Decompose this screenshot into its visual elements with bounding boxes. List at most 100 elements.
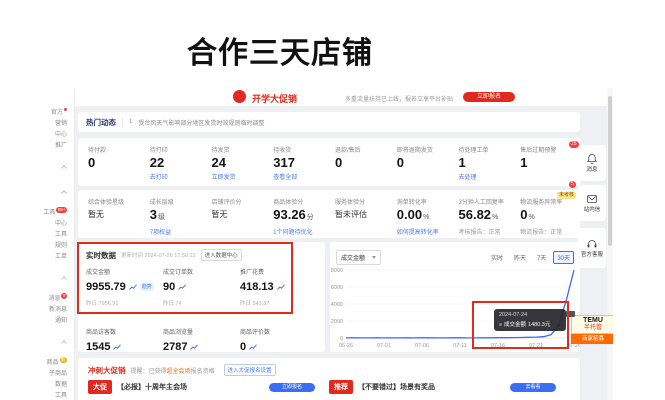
sidebar-item[interactable]: 中心	[30, 220, 67, 228]
trend-icon-wrap[interactable]	[190, 338, 198, 356]
sidebar-item[interactable]: 中心	[30, 131, 67, 139]
hot-news-bar: 热门动态 1 受台风天气影响部分地区发货时效规则临时调整	[78, 112, 580, 132]
sidebar-item[interactable]: 推广	[30, 142, 67, 150]
stat-label: 售后过期预警	[520, 145, 570, 154]
chevron-up-icon	[61, 165, 67, 171]
sidebar-item[interactable]: 工具	[30, 392, 67, 400]
stat-value: 24	[212, 156, 262, 170]
brand-logo-icon	[233, 90, 246, 103]
promo-item-cta-button[interactable]: 立即报名	[269, 383, 315, 392]
scrollbar-thumb[interactable]	[608, 96, 612, 246]
toolbar-item-label: 消息	[583, 167, 600, 174]
sidebar-item[interactable]: 工具	[30, 231, 67, 239]
sidebar-item[interactable]: 数据	[30, 381, 67, 389]
trend-icon-wrap[interactable]	[129, 278, 137, 296]
promo-item-cta-button[interactable]: 去看看	[510, 383, 556, 392]
sidebar-item[interactable]: 官方	[30, 108, 67, 117]
metric-value: 9955.79	[86, 281, 126, 293]
trend-icon-wrap[interactable]	[113, 338, 121, 356]
stat-value: 暂未评估	[335, 210, 385, 220]
sidebar-item[interactable]: 商品新	[30, 357, 67, 367]
temu-recruit-button[interactable]: 商家招募	[571, 334, 613, 344]
chevron-up-icon	[61, 190, 67, 196]
metric-value: 1545	[86, 341, 110, 353]
sidebar-item[interactable]: 工具99+	[30, 207, 67, 217]
promo-campaign-card: 冲刺大促销 提醒：已获得超全会场报名资格 进入大促报名设置 大促 【必报】十周年…	[78, 358, 580, 400]
range-button-30天[interactable]: 30天	[553, 251, 574, 264]
stat-action-link[interactable]: 去打印	[150, 172, 200, 181]
stat-action-link[interactable]: 1个问题待优化	[273, 227, 323, 236]
sidebar-item-label: 工单	[55, 254, 67, 260]
range-button-昨天[interactable]: 昨天	[510, 251, 530, 264]
stat-label: 服务体验分	[335, 197, 385, 206]
stat-action-link[interactable]: 立即发货	[212, 172, 262, 181]
scrollbar[interactable]	[607, 88, 613, 400]
realtime-title: 实时数据	[86, 250, 116, 261]
range-button-7天[interactable]: 7天	[533, 251, 550, 264]
page-title: 合作三天店铺	[0, 28, 560, 72]
x-axis-tick: 07-16	[491, 343, 505, 349]
stat-column: 综合体验星级暂无	[82, 197, 144, 238]
promo-item-text: 【必报】十周年主会场	[117, 382, 187, 392]
banner-cta-button[interactable]: 立即报名	[463, 92, 515, 102]
stat-action-link[interactable]: 如何提高转化率	[397, 227, 447, 236]
nav-collapse-toggle[interactable]	[30, 182, 66, 200]
metric-value: 2787	[163, 341, 187, 353]
stat-note: 考核报告：正常	[459, 227, 509, 236]
range-button-实时[interactable]: 实时	[487, 251, 507, 264]
sidebar-item-label: 工具	[55, 393, 67, 399]
trend-icon-wrap[interactable]	[277, 278, 285, 296]
trend-icon	[129, 284, 137, 291]
stat-action-link[interactable]: 去处理	[459, 172, 509, 181]
hot-news-link[interactable]: 受台风天气影响部分地区发货时效规则临时调整	[138, 118, 264, 127]
toolbar-inbox-button[interactable]: 5 站内信	[578, 185, 606, 221]
trend-icon-wrap[interactable]	[178, 278, 186, 296]
data-center-button[interactable]: 进入数据中心	[201, 249, 242, 261]
stat-value: 0	[335, 156, 385, 170]
stat-column: 服务体验分暂未评估	[329, 197, 391, 238]
metric-yesterday: 昨日 74	[163, 299, 240, 307]
metric-yesterday: 昨日 541.87	[240, 299, 317, 307]
stat-value: 1	[459, 156, 509, 170]
stat-action-link[interactable]: 7项权益	[150, 227, 200, 236]
series-dot-icon	[499, 323, 502, 326]
sidebar-item[interactable]: 子商品	[30, 370, 67, 378]
chevron-up-icon	[61, 340, 67, 346]
realtime-metrics-row: 成交金额9955.79趋势昨日 7956.91成交订单数90昨日 74推广花费4…	[78, 267, 325, 307]
stat-label: 成长层级	[150, 197, 200, 206]
stat-value: 22	[150, 156, 200, 170]
nav-collapse-toggle[interactable]	[30, 157, 66, 175]
sidebar-item-label: 数据	[55, 382, 67, 388]
headset-icon	[586, 238, 598, 250]
toolbar-messages-button[interactable]: 25 消息	[578, 145, 606, 181]
stat-column: 待付款0	[82, 145, 144, 186]
promo-settings-button[interactable]: 进入大促报名设置	[224, 364, 276, 376]
status-tag: 未考核	[557, 192, 576, 199]
sidebar-item[interactable]: 新消息	[30, 306, 67, 314]
stat-label: 待收货	[273, 145, 323, 154]
nav-collapse-toggle[interactable]	[30, 332, 66, 350]
stat-value: 93.26分	[273, 208, 323, 225]
nav-collapse-toggle[interactable]	[30, 268, 66, 286]
trend-icon	[178, 284, 186, 291]
metric-value: 0	[240, 341, 246, 353]
mini-tag-icon	[566, 311, 575, 317]
trend-icon-wrap[interactable]	[249, 338, 257, 356]
banner-description: 多重流量扶持已上线，报名立享平台补贴	[345, 94, 453, 103]
x-axis-tick: 07-11	[453, 343, 467, 349]
metric-label: 商品浏览量	[163, 327, 240, 336]
sidebar-item[interactable]: 规则	[30, 242, 67, 250]
metric-value-row: 2787	[163, 338, 240, 356]
temu-recruit-widget[interactable]: TEMU 半托管 商家招募	[571, 315, 613, 344]
chart-header: 成交金额 实时昨天7天30天	[330, 242, 580, 266]
toolbar-official-support-button[interactable]: 官方客服	[578, 228, 606, 268]
stat-label: 店铺评价分	[212, 197, 262, 206]
sidebar-item[interactable]: 消息9	[30, 293, 67, 303]
stat-value: 56.82%	[459, 208, 509, 225]
sidebar-item[interactable]: 营销	[30, 120, 67, 128]
trend-icon	[249, 344, 257, 351]
sidebar-item[interactable]: 通知	[30, 317, 67, 325]
sidebar-item[interactable]: 工单	[30, 253, 67, 261]
metric-dropdown[interactable]: 成交金额	[336, 250, 381, 265]
stat-action-link[interactable]: 查看全部	[273, 172, 323, 181]
